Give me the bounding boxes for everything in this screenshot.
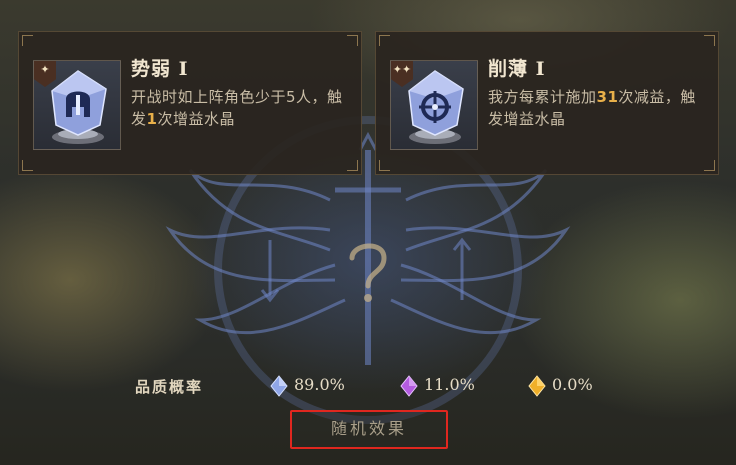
card-corner-ornament — [347, 35, 358, 46]
helmet-crystal-icon: ✦ — [33, 60, 121, 150]
highlight-value: 1 — [146, 110, 158, 128]
card-corner-ornament — [22, 35, 33, 46]
effect-description: 我方每累计施加31次减益，触发增益水晶 — [488, 88, 696, 128]
crosshair-crystal-icon: ✦✦ — [390, 60, 478, 150]
card-corner-ornament — [704, 160, 715, 171]
quality-probability-label: 品质概率 — [135, 378, 204, 396]
effect-description: 开战时如上阵角色少于5人，触发1次增益水晶 — [131, 88, 343, 128]
quality-purple-value: 11.0% — [424, 375, 475, 394]
highlight-value: 31 — [596, 88, 619, 106]
effect-card-weakened[interactable]: ✦ 势弱 I 开战时如上阵角色少于5人，触发1次增益水晶 — [18, 31, 362, 175]
effect-card-thinned[interactable]: ✦✦ 削薄 I 我方每累计施加31次减益，触发增益水晶 — [375, 31, 719, 175]
gold-gem-icon — [528, 375, 546, 397]
random-effect-button[interactable]: 随机效果 — [290, 410, 448, 449]
effect-title: 势弱 I — [131, 58, 189, 80]
blue-gem-icon — [270, 375, 288, 397]
card-corner-ornament — [704, 35, 715, 46]
quality-probability-row: 品质概率 89.0% 11.0% 0.0% — [0, 370, 736, 402]
purple-gem-icon — [400, 375, 418, 397]
quality-blue-value: 89.0% — [294, 375, 345, 394]
quality-gold-value: 0.0% — [552, 375, 593, 394]
card-corner-ornament — [22, 160, 33, 171]
card-corner-ornament — [379, 35, 390, 46]
card-corner-ornament — [379, 160, 390, 171]
card-corner-ornament — [347, 160, 358, 171]
effect-title: 削薄 I — [488, 58, 546, 80]
